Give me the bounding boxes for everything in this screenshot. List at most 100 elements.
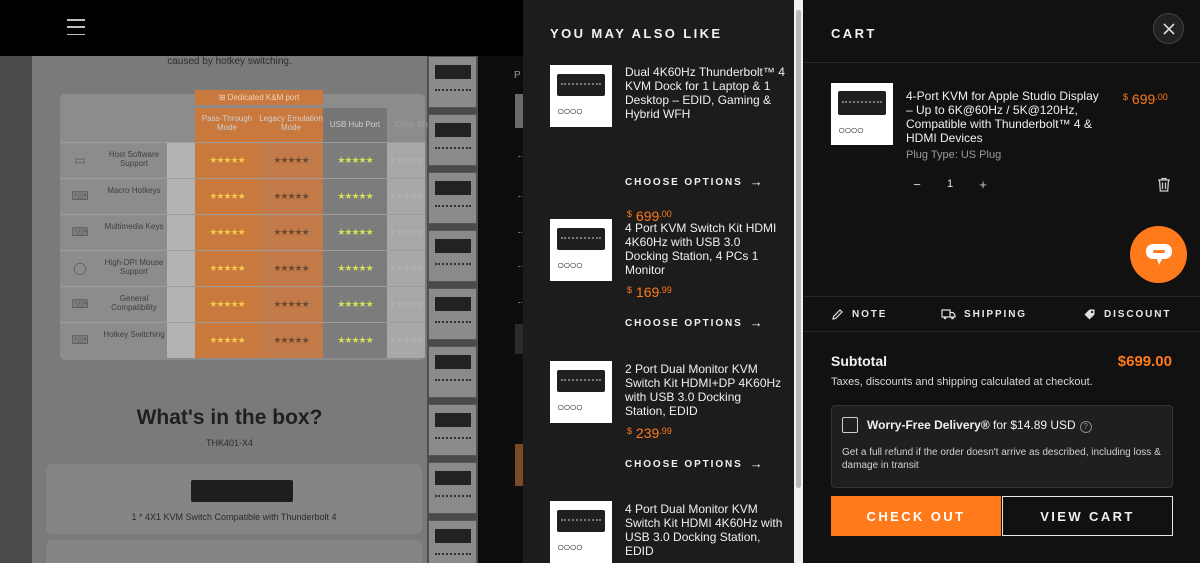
product-description: caused by hotkey switching. ⊞ Dedicated … bbox=[32, 56, 443, 563]
comparison-row-label: Host Software Support bbox=[108, 150, 160, 168]
worry-free-delivery-checkbox[interactable] bbox=[842, 417, 858, 433]
truck-icon bbox=[941, 309, 956, 320]
worry-free-delivery-description: Get a full refund if the order doesn't a… bbox=[842, 447, 1161, 471]
product-thumbnail[interactable] bbox=[428, 288, 477, 340]
info-icon[interactable]: ? bbox=[1079, 421, 1092, 433]
quantity-decrease-button[interactable]: − bbox=[906, 177, 928, 192]
note-button[interactable]: NOTE bbox=[831, 305, 887, 323]
star-rating-icon: ★★★★★ bbox=[337, 227, 373, 237]
trash-icon[interactable] bbox=[1157, 177, 1171, 192]
cart-item-name[interactable]: 4-Port KVM for Apple Studio Display – Up… bbox=[906, 89, 1106, 145]
star-rating-icon: ★★★★★ bbox=[388, 227, 424, 237]
tax-note: Taxes, discounts and shipping calculated… bbox=[831, 376, 1093, 388]
product-thumbnail[interactable]: ○○○○ bbox=[550, 361, 612, 423]
star-rating-icon: ★★★★★ bbox=[273, 263, 309, 273]
chat-bubble-icon bbox=[1145, 243, 1172, 265]
product-thumbnail[interactable] bbox=[428, 404, 477, 456]
box-item-card bbox=[46, 540, 422, 563]
star-rating-icon: ★★★★★ bbox=[388, 335, 424, 345]
star-rating-icon: ★★★★★ bbox=[209, 155, 245, 165]
star-rating-icon: ★★★★★ bbox=[388, 155, 424, 165]
discount-button[interactable]: DISCOUNT bbox=[1083, 305, 1171, 323]
hamburger-menu-icon[interactable] bbox=[67, 19, 85, 35]
quantity-value[interactable]: 1 bbox=[928, 178, 972, 190]
star-rating-icon: ★★★★★ bbox=[273, 155, 309, 165]
product-thumbnail[interactable]: ○○○○ bbox=[550, 65, 612, 127]
kvm-device-image bbox=[191, 480, 293, 502]
box-item-card: 1 * 4X1 KVM Switch Compatible with Thund… bbox=[46, 464, 422, 534]
product-price: $ 169.99 bbox=[627, 284, 672, 300]
keyboard-icon: ⌨ bbox=[71, 189, 89, 203]
comparison-table: ⊞ Dedicated K&M port Pass-Through Mode L… bbox=[60, 90, 443, 360]
column-header: USB Hub Port bbox=[329, 120, 381, 129]
choose-options-button[interactable]: CHOOSE OPTIONS → bbox=[625, 174, 763, 189]
star-rating-icon: ★★★★★ bbox=[273, 227, 309, 237]
keyboard-icon: ⌨ bbox=[71, 225, 89, 239]
product-thumbnail[interactable] bbox=[428, 520, 477, 563]
product-name[interactable]: Dual 4K60Hz Thunderbolt™ 4 KVM Dock for … bbox=[625, 65, 785, 121]
chat-button[interactable] bbox=[1130, 226, 1187, 283]
arrow-right-icon: → bbox=[749, 456, 763, 471]
cart-item-thumbnail[interactable]: ○○○○ bbox=[831, 83, 893, 145]
product-thumbnail[interactable]: ○○○○ bbox=[550, 219, 612, 281]
site-header bbox=[0, 0, 523, 56]
star-rating-icon: ★★★★★ bbox=[209, 227, 245, 237]
description-caption: caused by hotkey switching. bbox=[167, 56, 292, 67]
product-price: $ 239.99 bbox=[627, 425, 672, 441]
product-name[interactable]: 2 Port Dual Monitor KVM Switch Kit HDMI+… bbox=[625, 362, 785, 418]
product-name[interactable]: 4 Port Dual Monitor KVM Switch Kit HDMI … bbox=[625, 502, 785, 558]
star-rating-icon: ★★★★★ bbox=[209, 191, 245, 201]
choose-options-button[interactable]: CHOOSE OPTIONS → bbox=[625, 315, 763, 330]
product-thumbnail[interactable] bbox=[428, 230, 477, 282]
background-label: P bbox=[514, 70, 521, 81]
product-thumbnail[interactable] bbox=[428, 114, 477, 166]
cart-drawer: CART ○○○○ 4-Port KVM for Apple Studio Di… bbox=[803, 0, 1200, 563]
cart-item-variant: Plug Type: US Plug bbox=[906, 149, 1002, 161]
comparison-row-label: General Compatibility bbox=[111, 294, 157, 312]
star-rating-icon: ★★★★★ bbox=[209, 263, 245, 273]
checkout-button[interactable]: CHECK OUT bbox=[831, 496, 1001, 536]
box-section-title: What's in the box? bbox=[136, 406, 323, 429]
comparison-row-label: Multimedia Keys bbox=[104, 222, 164, 231]
quantity-increase-button[interactable]: + bbox=[972, 177, 994, 192]
product-thumbnail[interactable] bbox=[428, 346, 477, 398]
product-thumbnail[interactable] bbox=[428, 56, 477, 108]
divider bbox=[803, 296, 1200, 297]
shipping-button[interactable]: SHIPPING bbox=[941, 305, 1027, 323]
keyboard-icon: ⌨ bbox=[71, 297, 89, 311]
choose-options-button[interactable]: CHOOSE OPTIONS → bbox=[625, 456, 763, 471]
arrow-right-icon: → bbox=[749, 315, 763, 330]
product-thumbnail[interactable]: ○○○○ bbox=[550, 501, 612, 563]
star-rating-icon: ★★★★★ bbox=[337, 263, 373, 273]
subtotal-label: Subtotal bbox=[831, 353, 887, 369]
product-thumbnail[interactable] bbox=[428, 462, 477, 514]
comparison-row-label: Macro Hotkeys bbox=[107, 186, 161, 195]
cart-item-price: $ 699.00 bbox=[1123, 91, 1168, 107]
monitor-icon: ▭ bbox=[74, 153, 86, 167]
close-button[interactable] bbox=[1153, 13, 1184, 44]
recommended-product: ○○○○ 4 Port Dual Monitor KVM Switch Kit … bbox=[550, 501, 790, 563]
star-rating-icon: ★★★★★ bbox=[337, 191, 373, 201]
recommendations-panel: YOU MAY ALSO LIKE ○○○○ Dual 4K60Hz Thund… bbox=[523, 0, 803, 563]
star-rating-icon: ★★★★★ bbox=[388, 263, 424, 273]
star-rating-icon: ★★★★★ bbox=[273, 191, 309, 201]
product-name[interactable]: 4 Port KVM Switch Kit HDMI 4K60Hz with U… bbox=[625, 221, 785, 277]
mouse-icon: ◯ bbox=[73, 261, 87, 275]
recommendations-title: YOU MAY ALSO LIKE bbox=[550, 26, 723, 41]
view-cart-button[interactable]: VIEW CART bbox=[1002, 496, 1173, 536]
background-product-info: P bbox=[478, 56, 523, 563]
product-thumbnail[interactable] bbox=[428, 172, 477, 224]
arrow-right-icon: → bbox=[749, 174, 763, 189]
worry-free-delivery-title[interactable]: Worry-Free Delivery® for $14.89 USD? bbox=[867, 418, 1092, 433]
km-port-header: ⊞ Dedicated K&M port bbox=[195, 90, 323, 105]
scrollbar-thumb[interactable] bbox=[796, 10, 801, 488]
star-rating-icon: ★★★★★ bbox=[388, 299, 424, 309]
quantity-stepper: − 1 + bbox=[906, 171, 994, 197]
worry-free-delivery-box: Worry-Free Delivery® for $14.89 USD? Get… bbox=[831, 405, 1173, 488]
column-header: Legacy Emulation Mode bbox=[259, 114, 323, 132]
box-item-label: 1 * 4X1 KVM Switch Compatible with Thund… bbox=[131, 512, 337, 522]
pencil-icon bbox=[832, 308, 843, 320]
star-rating-icon: ★★★★★ bbox=[388, 191, 424, 201]
box-model-number: THK401-X4 bbox=[205, 438, 254, 448]
divider bbox=[803, 331, 1200, 332]
